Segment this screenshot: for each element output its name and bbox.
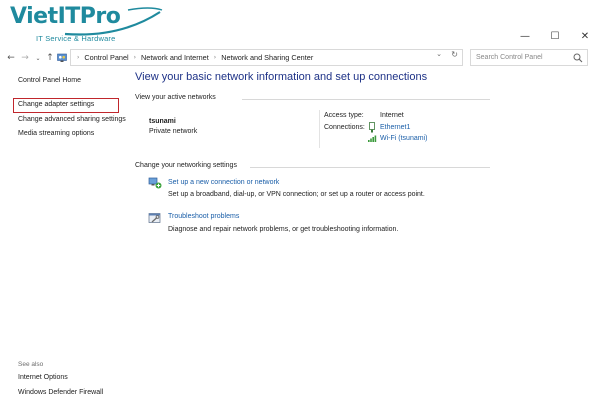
divider — [250, 167, 490, 168]
forward-button[interactable]: → — [20, 51, 30, 65]
see-also-label: See also — [18, 361, 44, 368]
title-bar: VietITPro IT Service & Hardware — ☐ ✕ — [0, 0, 600, 45]
change-settings-heading: Change your networking settings — [135, 162, 237, 169]
connections-label: Connections: — [324, 124, 365, 131]
logo-brand: VietITPro — [10, 4, 121, 29]
internet-options-link[interactable]: Internet Options — [18, 374, 68, 381]
ethernet-connection-link[interactable]: Ethernet1 — [380, 124, 410, 131]
ethernet-icon — [369, 122, 375, 133]
watermark-logo: VietITPro IT Service & Hardware — [10, 4, 163, 48]
search-icon[interactable] — [573, 53, 583, 63]
search-input[interactable]: Search Control Panel — [470, 49, 588, 66]
access-type-value: Internet — [380, 112, 404, 119]
divider — [242, 99, 490, 100]
troubleshoot-description: Diagnose and repair network problems, or… — [168, 226, 399, 233]
crumb-chevron-icon: › — [133, 54, 137, 61]
network-type[interactable]: Private network — [149, 128, 197, 135]
search-placeholder: Search Control Panel — [476, 54, 543, 61]
address-dropdown-icon[interactable]: ⌄ — [436, 50, 442, 58]
setup-connection-link[interactable]: Set up a new connection or network — [168, 179, 279, 186]
crumb-chevron-icon: › — [77, 54, 80, 61]
highlight-annotation — [13, 98, 119, 113]
network-setup-icon — [148, 177, 162, 189]
wifi-connection-link[interactable]: Wi-Fi (tsunami) — [380, 135, 427, 142]
recent-dropdown-button[interactable]: ⌄ — [33, 51, 43, 65]
control-panel-icon — [57, 51, 67, 65]
breadcrumb-network-internet[interactable]: Network and Internet — [141, 53, 209, 62]
defender-firewall-link[interactable]: Windows Defender Firewall — [18, 389, 103, 396]
refresh-icon[interactable]: ↻ — [451, 50, 458, 59]
troubleshoot-icon — [148, 213, 161, 223]
crumb-chevron-icon: › — [213, 54, 217, 61]
wifi-signal-icon — [368, 135, 377, 142]
back-button[interactable]: ← — [6, 51, 16, 65]
maximize-button[interactable]: ☐ — [540, 26, 570, 46]
left-pane: Control Panel Home Change adapter settin… — [0, 68, 130, 410]
setup-connection-description: Set up a broadband, dial-up, or VPN conn… — [168, 191, 425, 198]
divider — [319, 110, 320, 148]
active-networks-heading: View your active networks — [135, 94, 216, 101]
media-streaming-options-link[interactable]: Media streaming options — [18, 130, 94, 137]
window-controls: — ☐ ✕ — [510, 26, 600, 46]
change-advanced-sharing-link[interactable]: Change advanced sharing settings — [18, 116, 126, 123]
breadcrumb-control-panel[interactable]: Control Panel — [84, 53, 128, 62]
troubleshoot-problems-link[interactable]: Troubleshoot problems — [168, 213, 239, 220]
up-button[interactable]: ↑ — [45, 51, 55, 65]
breadcrumb-sharing-center[interactable]: Network and Sharing Center — [221, 53, 313, 62]
close-button[interactable]: ✕ — [570, 26, 600, 46]
page-title: View your basic network information and … — [135, 71, 428, 83]
control-panel-home-link[interactable]: Control Panel Home — [18, 77, 81, 84]
address-row: ← → ⌄ ↑ › Control Panel › Network and In… — [0, 48, 600, 68]
network-name: tsunami — [149, 118, 176, 125]
access-type-label: Access type: — [324, 112, 364, 119]
address-bar[interactable]: › Control Panel › Network and Internet ›… — [70, 49, 463, 66]
minimize-button[interactable]: — — [510, 26, 540, 46]
logo-tagline: IT Service & Hardware — [36, 34, 116, 43]
